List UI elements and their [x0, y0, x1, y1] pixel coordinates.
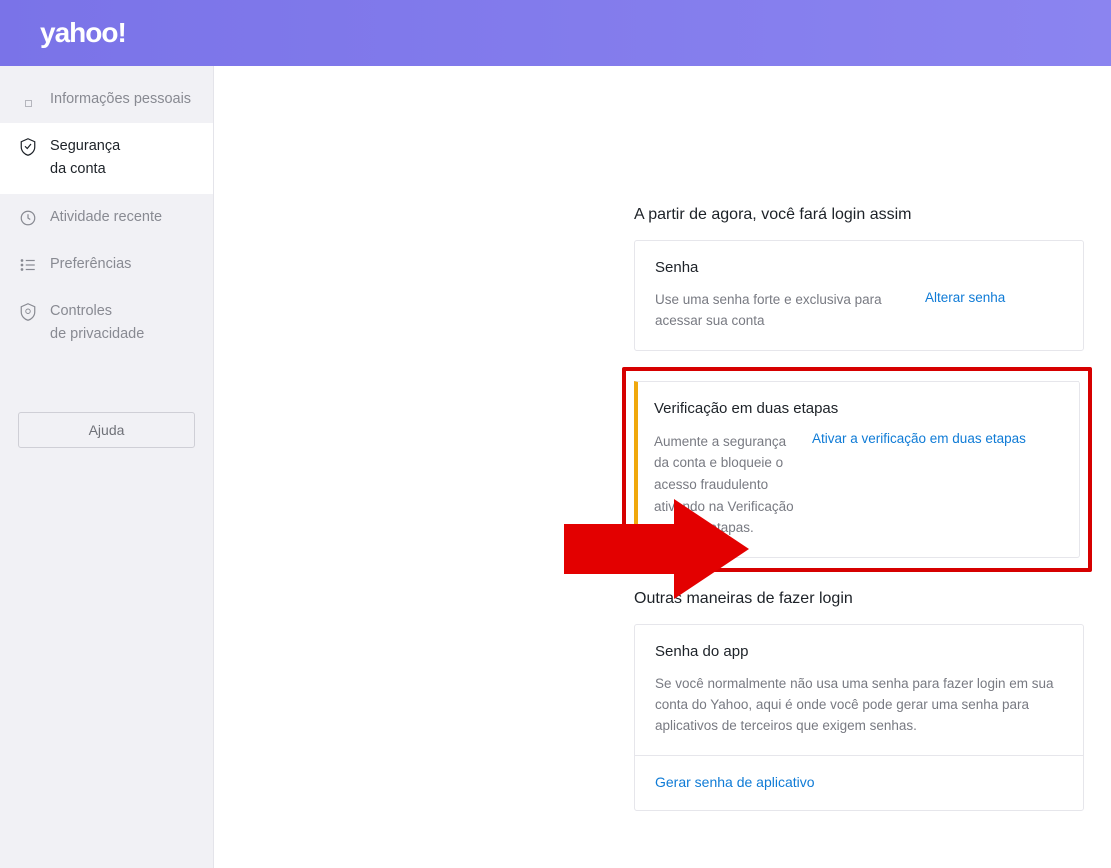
list-icon: [18, 255, 38, 275]
main-content: A partir de agora, você fará login assim…: [214, 66, 1111, 868]
enable-two-step-link[interactable]: Ativar a verificação em duas etapas: [812, 431, 1026, 539]
shield-gear-icon: [18, 302, 38, 322]
clock-icon: [18, 208, 38, 228]
sidebar-item-label: Segurança da conta: [50, 135, 197, 181]
help-button[interactable]: Ajuda: [18, 412, 195, 448]
shield-icon: [18, 137, 38, 157]
sidebar-item-label: Informações pessoais: [50, 88, 197, 111]
password-card-title: Senha: [655, 259, 1063, 276]
app-password-title: Senha do app: [655, 643, 1063, 660]
password-card: Senha Use uma senha forte e exclusiva pa…: [634, 240, 1084, 351]
yahoo-logo: yahoo!: [40, 17, 126, 49]
square-icon: [18, 90, 38, 110]
sidebar-item-label: Atividade recente: [50, 206, 197, 229]
arrow-icon: [564, 494, 754, 604]
sidebar-item-personal-info[interactable]: Informações pessoais: [0, 76, 213, 123]
sidebar-item-account-security[interactable]: Segurança da conta: [0, 123, 213, 193]
password-card-desc: Use uma senha forte e exclusiva para ace…: [655, 290, 915, 332]
sidebar: Informações pessoais Segurança da conta …: [0, 66, 214, 868]
sidebar-item-recent-activity[interactable]: Atividade recente: [0, 194, 213, 241]
section-title-login: A partir de agora, você fará login assim: [634, 206, 1111, 224]
change-password-link[interactable]: Alterar senha: [925, 290, 1005, 332]
sidebar-item-privacy-controls[interactable]: Controles de privacidade: [0, 288, 213, 358]
app-password-desc: Se você normalmente não usa uma senha pa…: [655, 674, 1063, 737]
app-password-card: Senha do app Se você normalmente não usa…: [634, 624, 1084, 811]
app-header: yahoo!: [0, 0, 1111, 66]
sidebar-item-preferences[interactable]: Preferências: [0, 241, 213, 288]
generate-app-password-link[interactable]: Gerar senha de aplicativo: [655, 774, 815, 790]
content-wrap: Informações pessoais Segurança da conta …: [0, 66, 1111, 868]
two-step-title: Verificação em duas etapas: [654, 400, 1059, 417]
sidebar-item-label: Controles de privacidade: [50, 300, 197, 346]
sidebar-item-label: Preferências: [50, 253, 197, 276]
